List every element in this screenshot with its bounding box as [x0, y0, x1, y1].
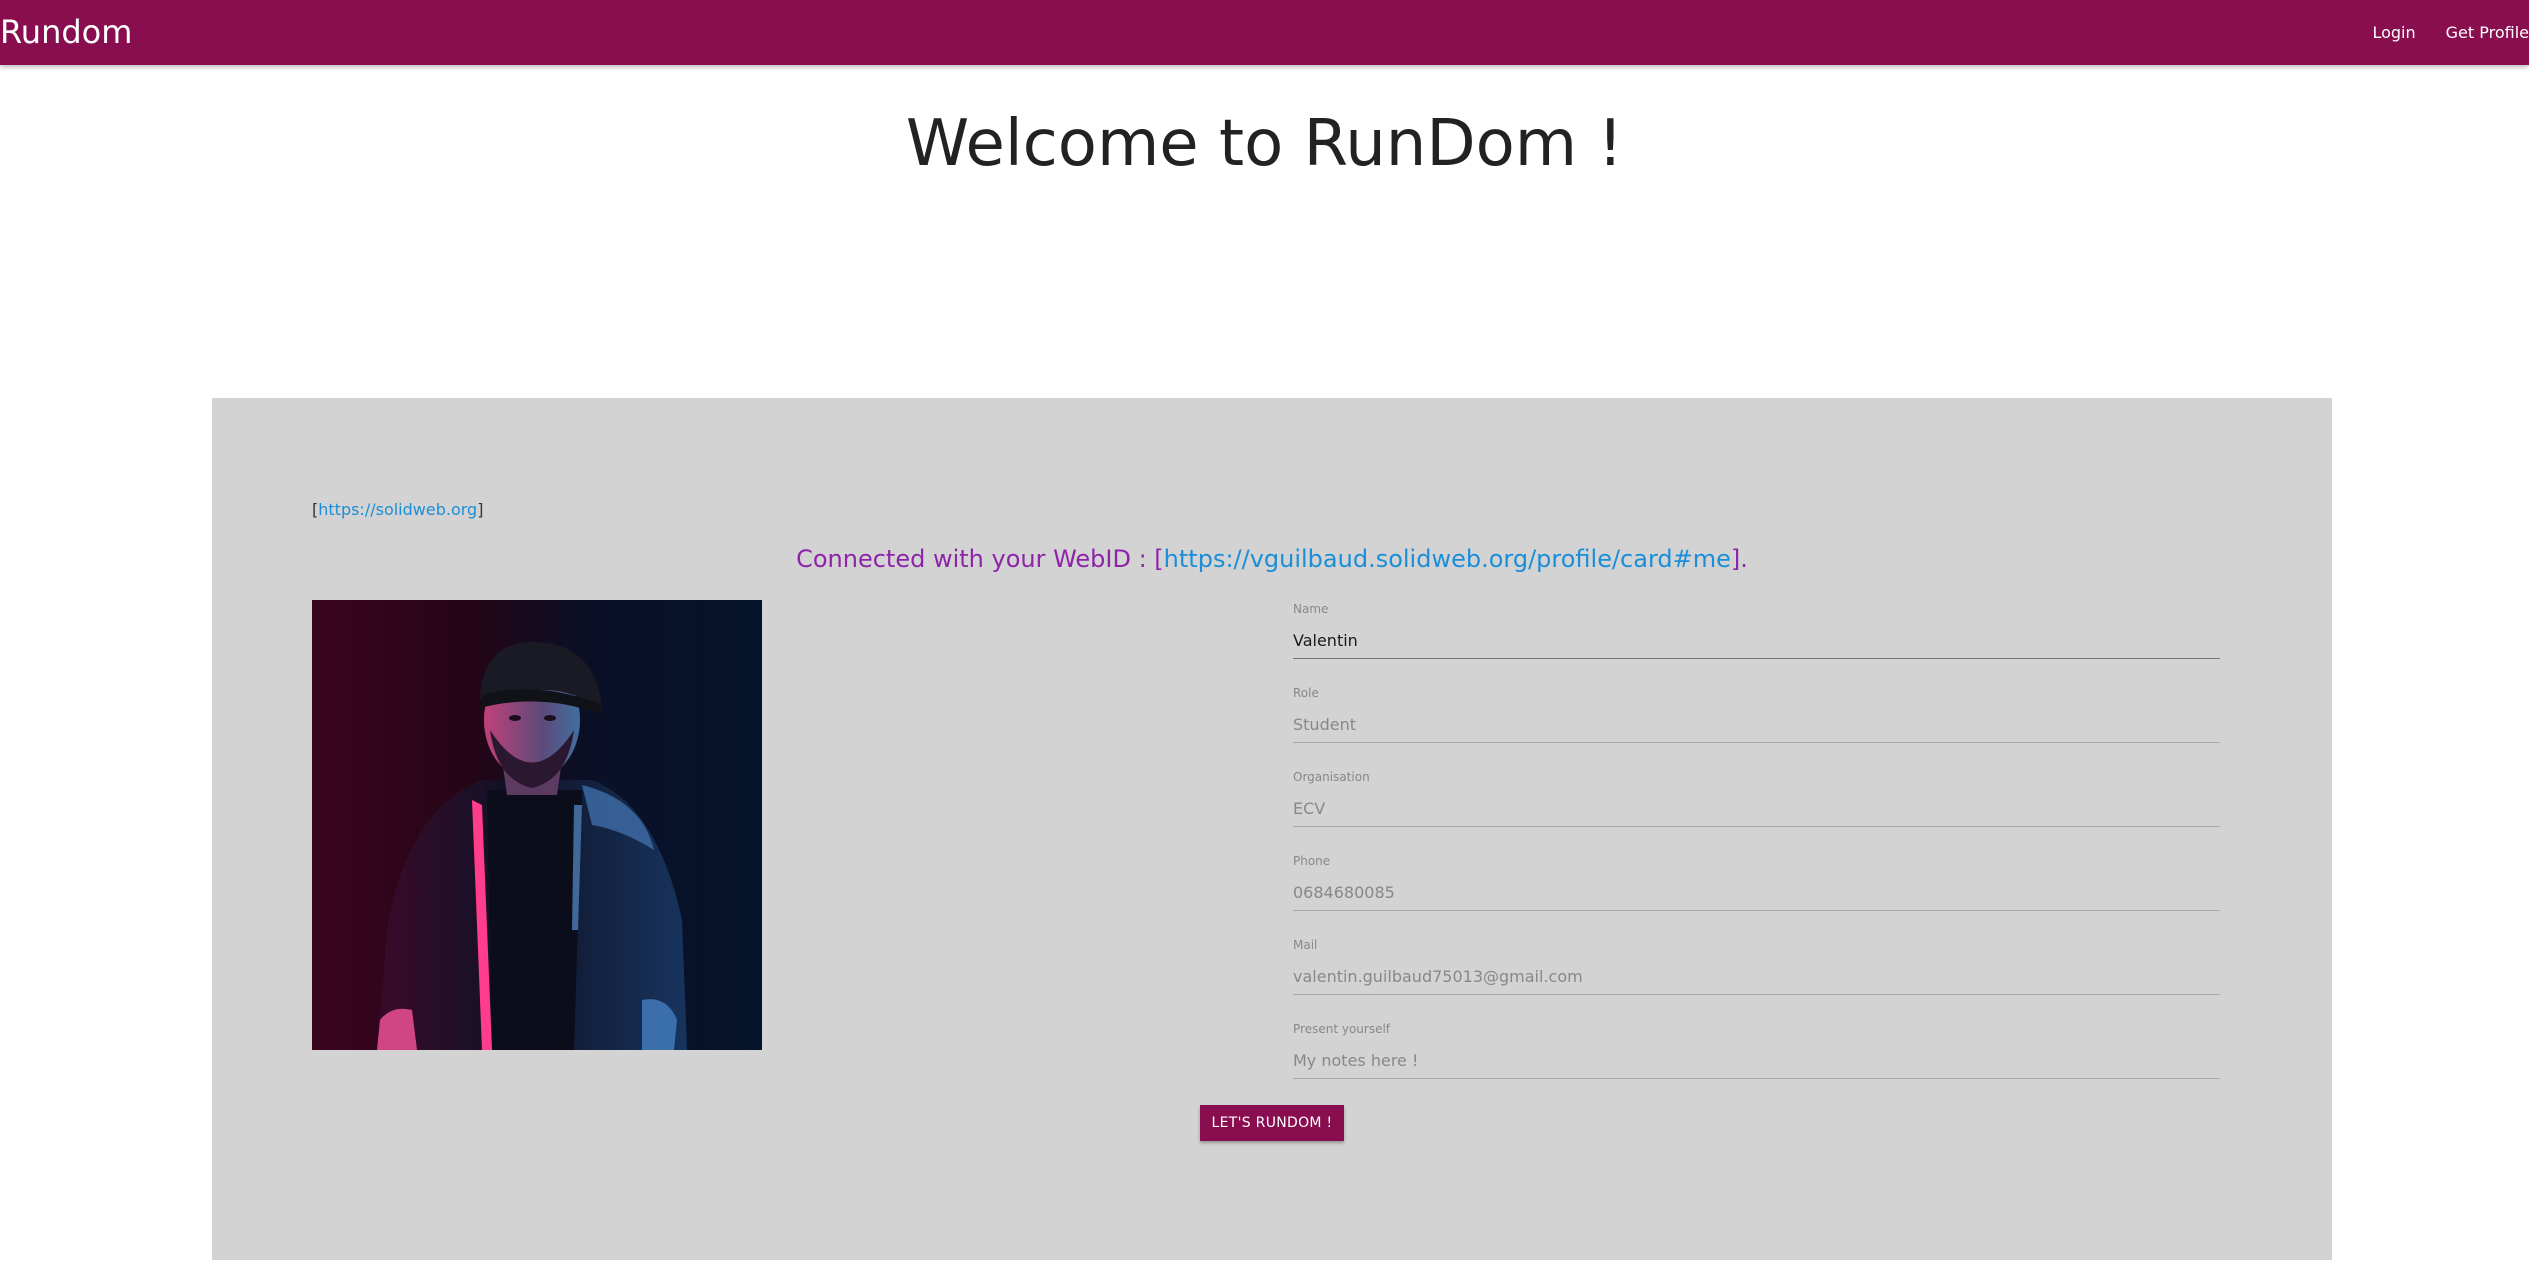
page-title: Welcome to RunDom !	[905, 107, 1624, 181]
provider-bracket-close: ]	[477, 500, 484, 519]
profile-card: [https://solidweb.org] Connected with yo…	[212, 398, 2332, 1260]
mail-input[interactable]	[1293, 959, 2220, 995]
webid-suffix: ].	[1730, 545, 1748, 573]
organisation-field: Organisation	[1293, 765, 2220, 849]
lets-rundom-button[interactable]: LET'S RUNDOM !	[1200, 1105, 1344, 1141]
name-input[interactable]	[1293, 623, 2220, 659]
role-field: Role	[1293, 681, 2220, 765]
present-yourself-field: Present yourself	[1293, 1017, 2220, 1101]
mail-label: Mail	[1293, 938, 1318, 952]
nav-login-link[interactable]: Login	[2372, 23, 2415, 42]
nav-get-profile-link[interactable]: Get Profile	[2446, 23, 2529, 42]
name-field: Name	[1293, 597, 2220, 681]
organisation-label: Organisation	[1293, 770, 1370, 784]
provider-link[interactable]: https://solidweb.org	[318, 500, 477, 519]
role-input[interactable]	[1293, 707, 2220, 743]
profile-photo-image	[312, 600, 762, 1050]
role-label: Role	[1293, 686, 1319, 700]
name-label: Name	[1293, 602, 1329, 616]
webid-prefix: Connected with your WebID : [	[796, 545, 1164, 573]
present-yourself-input[interactable]	[1293, 1043, 2220, 1079]
nav-links: Login Get Profile	[2342, 0, 2529, 65]
top-navbar: Rundom Login Get Profile	[0, 0, 2529, 65]
phone-field: Phone	[1293, 849, 2220, 933]
organisation-input[interactable]	[1293, 791, 2220, 827]
webid-link[interactable]: https://vguilbaud.solidweb.org/profile/c…	[1164, 545, 1731, 573]
phone-input[interactable]	[1293, 875, 2220, 911]
brand-logo[interactable]: Rundom	[0, 12, 132, 52]
profile-photo	[312, 600, 762, 1050]
identity-provider: [https://solidweb.org]	[312, 500, 483, 519]
phone-label: Phone	[1293, 854, 1331, 868]
profile-form: Name Role Organisation Phone Mail Presen…	[1293, 597, 2220, 1101]
present-yourself-label: Present yourself	[1293, 1022, 1391, 1036]
webid-status: Connected with your WebID : [https://vgu…	[212, 545, 2332, 573]
mail-field: Mail	[1293, 933, 2220, 1017]
